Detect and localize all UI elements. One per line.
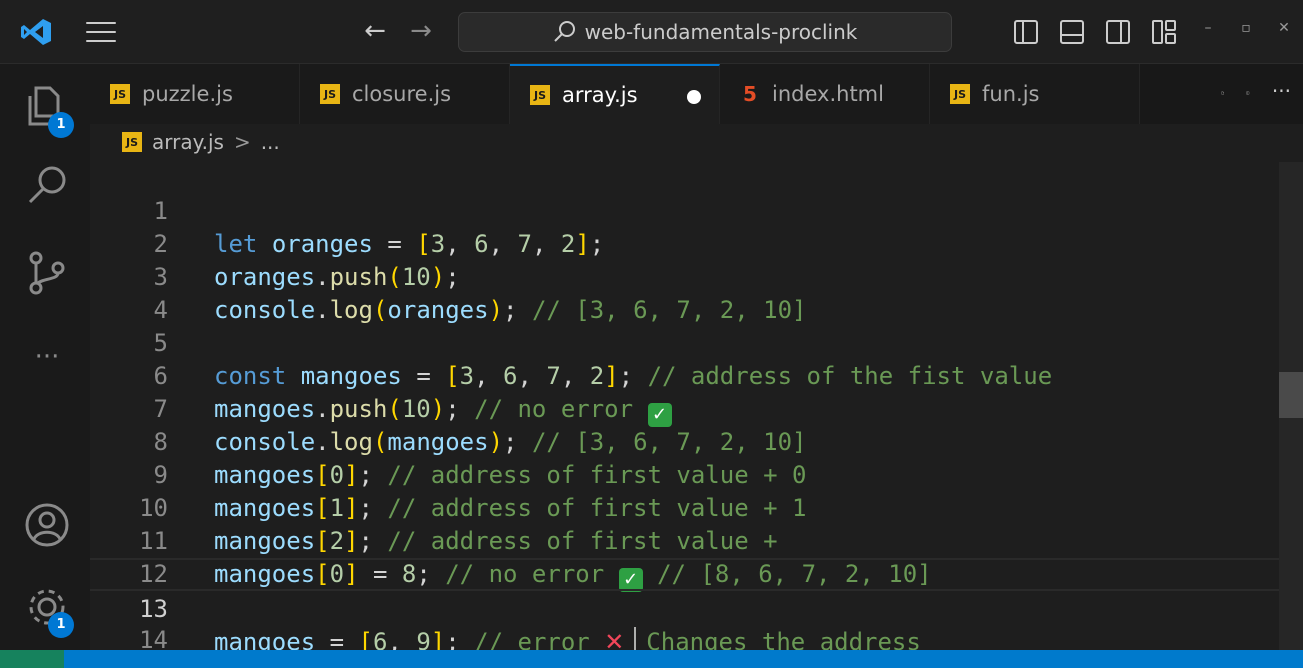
js-icon: JS — [320, 84, 340, 104]
tab-label: puzzle.js — [142, 82, 233, 106]
status-bar — [0, 650, 1303, 668]
editor-actions: ··· — [1221, 80, 1291, 106]
search-icon — [553, 21, 575, 42]
breadcrumb-file[interactable]: array.js — [152, 130, 224, 154]
tab-label: index.html — [772, 82, 884, 106]
tab-label: fun.js — [982, 82, 1040, 106]
code-line-current: 13 mangoes = [6, 9]; // error ✕ Changes t… — [90, 558, 1280, 656]
js-icon: JS — [530, 85, 550, 105]
js-icon: JS — [950, 84, 970, 104]
js-icon: JS — [110, 84, 130, 104]
manage-button[interactable]: 1 — [22, 582, 74, 638]
tab-label: array.js — [562, 83, 638, 107]
code-line: 5 const mangoes = [3, 6, 7, 2]; // addre… — [90, 294, 1280, 390]
remote-indicator[interactable] — [0, 650, 64, 668]
source-control-icon — [29, 251, 65, 295]
toggle-panel-icon[interactable] — [1058, 18, 1086, 46]
js-icon: JS — [122, 132, 142, 152]
vscode-logo-icon — [21, 19, 51, 45]
toggle-sidebar-icon[interactable] — [1012, 18, 1040, 46]
tab-closure-js[interactable]: JS closure.js — [300, 64, 510, 124]
scrollbar-thumb[interactable] — [1279, 372, 1303, 418]
code-line: 7 console.log(mangoes); // [3, 6, 7, 2, … — [90, 360, 1280, 456]
code-line: 4 — [90, 261, 1280, 324]
minimize-button[interactable]: – — [1196, 20, 1220, 36]
code-line: 1 let oranges = [3, 6, 7, 2]; — [90, 162, 1280, 258]
search-view-button[interactable] — [22, 160, 72, 210]
title-bar: ← → web-fundamentals-proclink – ▫ ✕ — [0, 0, 1303, 64]
code-line: 2 oranges.push(10); — [90, 195, 1280, 291]
html5-icon: 5 — [743, 82, 757, 106]
open-preview-icon[interactable] — [1221, 80, 1224, 106]
customize-layout-icon[interactable] — [1150, 18, 1178, 46]
close-button[interactable]: ✕ — [1272, 20, 1296, 36]
forward-arrow-icon[interactable]: → — [404, 16, 438, 48]
code-line: 11 mangoes[0] = 8; // no error ✓ // [8, … — [90, 492, 1280, 592]
editor-tabs: JS puzzle.js JS closure.js JS array.js 5… — [90, 64, 1303, 124]
toggle-secondary-sidebar-icon[interactable] — [1104, 18, 1132, 46]
code-editor[interactable]: 1 let oranges = [3, 6, 7, 2]; 2 oranges.… — [90, 160, 1303, 656]
code-line: 6 mangoes.push(10); // no error ✓ — [90, 327, 1280, 427]
tab-puzzle-js[interactable]: JS puzzle.js — [90, 64, 300, 124]
code-line: 3 console.log(oranges); // [3, 6, 7, 2, … — [90, 228, 1280, 324]
back-arrow-icon[interactable]: ← — [358, 16, 392, 48]
maximize-button[interactable]: ▫ — [1234, 20, 1258, 36]
tab-array-js[interactable]: JS array.js — [510, 64, 720, 124]
settings-badge: 1 — [48, 612, 74, 638]
account-icon — [25, 503, 69, 547]
code-line: 12 — [90, 525, 1280, 588]
search-icon — [28, 166, 66, 204]
explorer-button[interactable]: 1 — [22, 82, 74, 138]
code-line: 14 — [90, 591, 1280, 654]
chevron-right-icon: > — [233, 130, 251, 154]
tab-fun-js[interactable]: JS fun.js — [930, 64, 1140, 124]
command-center-search[interactable]: web-fundamentals-proclink — [458, 12, 952, 52]
breadcrumb-symbols[interactable]: ... — [261, 130, 280, 154]
source-control-button[interactable] — [22, 248, 72, 298]
accounts-button[interactable] — [22, 500, 72, 550]
explorer-badge: 1 — [48, 112, 74, 138]
unsaved-dot-icon[interactable] — [687, 90, 701, 104]
search-label: web-fundamentals-proclink — [584, 20, 858, 44]
menu-button[interactable] — [84, 18, 118, 46]
tab-index-html[interactable]: 5 index.html — [720, 64, 930, 124]
code-line: 8 mangoes[0]; // address of first value … — [90, 393, 1280, 489]
split-editor-icon[interactable] — [1246, 80, 1250, 106]
more-actions-icon[interactable]: ··· — [1272, 80, 1291, 106]
activity-bar: 1 ··· 1 — [0, 64, 90, 654]
tab-label: closure.js — [352, 82, 452, 106]
more-views-button[interactable]: ··· — [22, 332, 72, 382]
editor-scrollbar[interactable] — [1279, 162, 1303, 650]
code-line: 10 mangoes[2]; // address of first value… — [90, 459, 1280, 555]
breadcrumb: JS array.js > ... — [122, 130, 280, 154]
code-line: 9 mangoes[1]; // address of first value … — [90, 426, 1280, 522]
